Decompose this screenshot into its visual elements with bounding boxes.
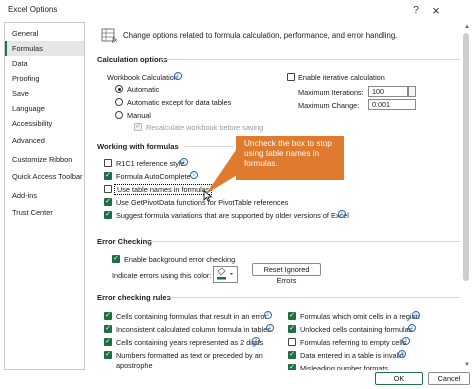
radio-automatic-except[interactable]: [115, 98, 123, 106]
rule-label: Data entered in a table is invalid: [300, 351, 404, 360]
table-names-checkbox[interactable]: [104, 185, 112, 193]
r1c1-checkbox[interactable]: [104, 159, 112, 167]
section-divider: [160, 59, 460, 60]
section-calculation-options: Calculation options: [97, 55, 168, 64]
svg-text:fx: fx: [112, 36, 118, 43]
getpivotdata-checkbox[interactable]: ✓: [104, 198, 112, 206]
nav-item-language[interactable]: Language: [5, 101, 84, 116]
enable-background-checking-label: Enable background error checking: [124, 255, 236, 264]
nav-item-save[interactable]: Save: [5, 86, 84, 101]
window-title: Excel Options: [8, 5, 58, 14]
rule-checkbox[interactable]: [288, 338, 296, 346]
suggest-variations-label: Suggest formula variations that are supp…: [116, 211, 349, 220]
nav-item-add-ins[interactable]: Add-ins: [5, 188, 84, 203]
suggest-variations-checkbox[interactable]: ✓: [104, 211, 112, 219]
nav-item-accessibility[interactable]: Accessibility: [5, 116, 84, 131]
info-icon: i: [398, 350, 406, 358]
error-color-label: Indicate errors using this color:: [112, 271, 212, 280]
nav-item-data[interactable]: Data: [5, 56, 84, 71]
rule-checkbox[interactable]: ✓: [104, 351, 112, 359]
scrollbar-thumb[interactable]: [463, 33, 469, 281]
radio-manual[interactable]: [115, 111, 123, 119]
rule-checkbox[interactable]: ✓: [288, 312, 296, 320]
rule-checkbox[interactable]: ✓: [104, 312, 112, 320]
rule-checkbox[interactable]: ✓: [288, 325, 296, 333]
nav-item-advanced[interactable]: Advanced: [5, 133, 84, 148]
max-iterations-spinner[interactable]: [408, 86, 416, 97]
reset-ignored-errors-button[interactable]: Reset Ignored Errors: [252, 263, 321, 285]
info-icon: i: [190, 171, 198, 179]
nav-item-customize-ribbon[interactable]: Customize Ribbon: [5, 152, 84, 167]
section-divider: [148, 241, 460, 242]
ok-button[interactable]: OK: [375, 372, 423, 385]
radio-automatic-except-label: Automatic except for data tables: [127, 98, 232, 107]
help-button[interactable]: ?: [408, 3, 424, 17]
max-iterations-label: Maximum Iterations:: [298, 88, 364, 97]
rule-label: Formulas referring to empty cells: [300, 338, 407, 347]
info-icon: i: [408, 324, 416, 332]
cursor-icon: [203, 190, 213, 202]
info-icon: i: [174, 72, 182, 80]
rule-checkbox[interactable]: ✓: [288, 351, 296, 359]
title-bar: [0, 0, 474, 20]
info-icon: i: [338, 210, 346, 218]
rule-label: Inconsistent calculated column formula i…: [116, 325, 271, 334]
recalculate-label: Recalculate workbook before saving: [146, 123, 264, 132]
rule-checkbox[interactable]: ✓: [104, 338, 112, 346]
workbook-calculation-label: Workbook Calculation: [107, 73, 178, 82]
nav-item-general[interactable]: General: [5, 26, 84, 41]
section-divider: [185, 146, 233, 147]
nav-item-trust-center[interactable]: Trust Center: [5, 205, 84, 220]
iterative-checkbox[interactable]: [287, 73, 295, 81]
info-icon: i: [266, 324, 274, 332]
table-names-label: Use table names in formulas: [114, 184, 213, 195]
radio-manual-label: Manual: [127, 111, 151, 120]
rule-label: Numbers formatted as text or preceded by…: [116, 351, 263, 360]
autocomplete-label: Formula AutoComplete: [116, 172, 191, 181]
formula-options-icon: fx: [101, 27, 119, 44]
header-description: Change options related to formula calcul…: [123, 31, 398, 40]
rule-label: Unlocked cells containing formulas: [300, 325, 413, 334]
nav-item-formulas[interactable]: Formulas: [5, 41, 84, 56]
nav-item-quick-access-toolbar[interactable]: Quick Access Toolbar: [5, 169, 84, 184]
iterative-label: Enable iterative calculation: [298, 73, 385, 82]
info-icon: i: [402, 337, 410, 345]
section-working-with-formulas: Working with formulas: [97, 142, 179, 151]
max-change-label: Maximum Change:: [298, 101, 360, 110]
max-change-input[interactable]: 0.001: [368, 99, 416, 110]
info-icon: i: [252, 337, 260, 345]
rule-checkbox[interactable]: ✓: [104, 325, 112, 333]
info-icon: i: [264, 311, 272, 319]
rule-label: Cells containing formulas that result in…: [116, 312, 267, 321]
info-icon: i: [180, 158, 188, 166]
nav-item-proofing[interactable]: Proofing: [5, 71, 84, 86]
close-button[interactable]: ×: [428, 3, 444, 18]
autocomplete-checkbox[interactable]: ✓: [104, 172, 112, 180]
section-divider: [166, 297, 460, 298]
rule-label: Formulas which omit cells in a region: [300, 312, 420, 321]
radio-automatic[interactable]: [115, 85, 123, 93]
section-error-checking: Error Checking: [97, 237, 152, 246]
max-iterations-input[interactable]: 100: [368, 86, 408, 97]
rule-label-continued: apostrophe: [116, 361, 153, 370]
scroll-up-icon[interactable]: ▲: [463, 23, 471, 31]
scroll-down-icon[interactable]: ▼: [463, 361, 471, 369]
options-nav: General Formulas Data Proofing Save Lang…: [4, 22, 85, 370]
section-error-checking-rules: Error checking rules: [97, 293, 171, 302]
error-color-picker[interactable]: [213, 266, 238, 283]
recalculate-checkbox[interactable]: ✓: [134, 123, 142, 131]
r1c1-label: R1C1 reference style: [116, 159, 185, 168]
enable-background-checking-checkbox[interactable]: ✓: [112, 255, 120, 263]
callout-tip: Uncheck the box to stop using table name…: [236, 136, 344, 180]
info-icon: i: [412, 311, 420, 319]
radio-automatic-label: Automatic: [127, 85, 160, 94]
cancel-button[interactable]: Cancel: [428, 372, 470, 385]
rule-label: Cells containing years represented as 2 …: [116, 338, 264, 347]
